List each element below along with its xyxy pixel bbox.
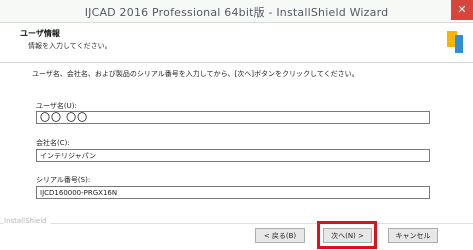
installshield-logo-icon bbox=[447, 31, 463, 53]
user-name-input[interactable]: 〇〇 〇〇 bbox=[36, 111, 430, 124]
installshield-brand: InstallShield bbox=[4, 217, 50, 225]
wizard-content: ユーザ名、会社名、および製品のシリアル番号を入力してから、[次へ]ボタンをクリッ… bbox=[0, 63, 473, 213]
next-button-highlight bbox=[317, 221, 377, 249]
user-name-label: ユーザ名(U): bbox=[36, 102, 77, 110]
wizard-header: ユーザ情報 情報を入力してください。 bbox=[0, 23, 473, 63]
cancel-button[interactable]: キャンセル bbox=[388, 228, 438, 243]
serial-label: シリアル番号(S): bbox=[36, 176, 91, 184]
close-button[interactable]: ✕ bbox=[451, 0, 473, 20]
header-subtitle: 情報を入力してください。 bbox=[28, 42, 112, 50]
company-name-input[interactable]: インテリジャパン bbox=[36, 149, 430, 162]
company-name-label: 会社名(C): bbox=[36, 139, 70, 147]
footer-divider bbox=[0, 223, 473, 224]
instruction-text: ユーザ名、会社名、および製品のシリアル番号を入力してから、[次へ]ボタンをクリッ… bbox=[32, 70, 359, 78]
serial-input[interactable]: IJCD160000-PRGX16N bbox=[36, 186, 430, 199]
header-title: ユーザ情報 bbox=[20, 29, 60, 38]
window-title: IJCAD 2016 Professional 64bit版 - Install… bbox=[84, 6, 389, 19]
title-bar: IJCAD 2016 Professional 64bit版 - Install… bbox=[0, 0, 473, 23]
back-button[interactable]: < 戻る(B) bbox=[255, 228, 305, 243]
